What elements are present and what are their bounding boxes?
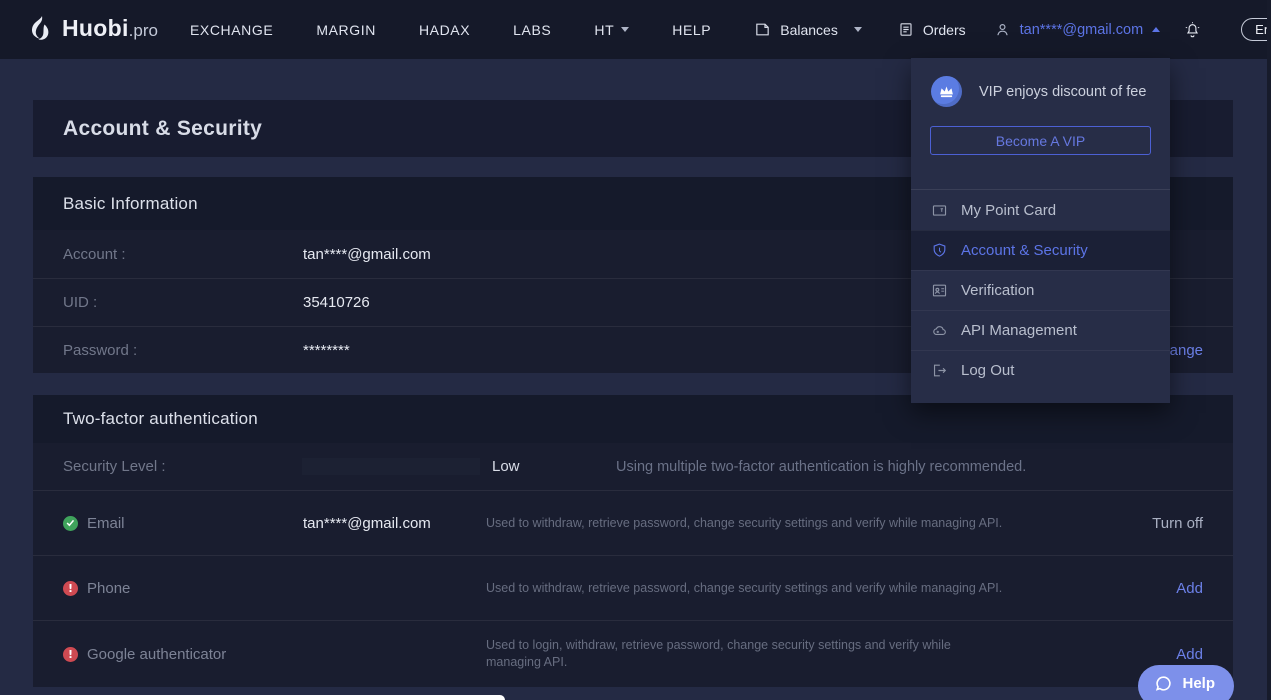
vip-crown-icon <box>931 76 962 107</box>
balances-menu[interactable]: Balances <box>754 21 862 38</box>
brand-suffix: .pro <box>129 21 158 41</box>
become-vip-button[interactable]: Become A VIP <box>930 126 1151 155</box>
nav-link-ht[interactable]: HT <box>594 22 629 38</box>
section-heading: Two-factor authentication <box>63 409 258 429</box>
orders-menu[interactable]: Orders <box>898 21 966 38</box>
google-auth-method-row: ! Google authenticator Used to login, wi… <box>33 620 1233 687</box>
password-label: Password : <box>63 342 137 359</box>
email-method-label: Email <box>63 515 125 532</box>
nav-link-help[interactable]: HELP <box>672 22 711 38</box>
phone-method-label: ! Phone <box>63 580 130 597</box>
help-label: Help <box>1182 675 1215 692</box>
email-method-description: Used to withdraw, retrieve password, cha… <box>486 515 1008 532</box>
account-menu-list: My Point Card Account & Security Verific… <box>911 189 1170 390</box>
scrollbar-track[interactable] <box>1267 0 1271 700</box>
account-menu-trigger[interactable]: tan****@gmail.com <box>994 21 1161 38</box>
password-value: ******** <box>303 342 350 359</box>
wallet-icon <box>754 21 771 38</box>
phone-method-description: Used to withdraw, retrieve password, cha… <box>486 580 1008 597</box>
email-method-value: tan****@gmail.com <box>303 515 431 532</box>
huobi-logo[interactable]: Huobi .pro <box>28 15 158 44</box>
chevron-up-icon <box>1152 27 1160 32</box>
two-factor-section: Two-factor authentication Security Level… <box>33 395 1233 687</box>
vip-banner: VIP enjoys discount of fee <box>911 58 1170 107</box>
security-level-row: Security Level : Low Using multiple two-… <box>33 443 1233 490</box>
chat-bubble-icon <box>1154 674 1173 693</box>
menu-item-verification[interactable]: Verification <box>911 270 1170 310</box>
top-nav: Huobi .pro EXCHANGE MARGIN HADAX LABS HT… <box>0 0 1271 59</box>
uid-label: UID : <box>63 294 97 311</box>
api-cloud-icon <box>931 322 948 339</box>
warning-circle-icon: ! <box>63 647 78 662</box>
point-card-icon <box>931 202 948 219</box>
menu-item-account-security[interactable]: Account & Security <box>911 230 1170 270</box>
phone-add-button[interactable]: Add <box>1176 580 1203 597</box>
primary-nav: EXCHANGE MARGIN HADAX LABS HT HELP <box>190 22 754 38</box>
chevron-down-icon <box>854 27 862 32</box>
google-auth-method-label: ! Google authenticator <box>63 646 226 663</box>
nav-link-labs[interactable]: LABS <box>513 22 551 38</box>
nav-right: Balances Orders tan****@gmail.com <box>754 18 1271 41</box>
nav-link-margin[interactable]: MARGIN <box>316 22 376 38</box>
security-level-progress <box>302 458 480 475</box>
page-title: Account & Security <box>63 117 262 141</box>
account-dropdown-menu: VIP enjoys discount of fee Become A VIP … <box>911 58 1170 403</box>
balances-label: Balances <box>780 22 838 38</box>
google-auth-add-button[interactable]: Add <box>1176 646 1203 663</box>
warning-circle-icon: ! <box>63 581 78 596</box>
menu-item-api-management[interactable]: API Management <box>911 310 1170 350</box>
account-value: tan****@gmail.com <box>303 246 431 263</box>
document-icon <box>898 21 914 38</box>
menu-item-my-point-card[interactable]: My Point Card <box>911 190 1170 230</box>
email-method-row: Email tan****@gmail.com Used to withdraw… <box>33 490 1233 555</box>
uid-value: 35410726 <box>303 294 370 311</box>
user-icon <box>994 21 1011 38</box>
flame-icon <box>28 15 53 44</box>
email-turn-off-button[interactable]: Turn off <box>1152 515 1203 532</box>
shield-icon <box>931 242 948 259</box>
check-circle-icon <box>63 516 78 531</box>
orders-label: Orders <box>923 22 966 38</box>
id-card-icon <box>931 282 948 299</box>
account-email: tan****@gmail.com <box>1020 22 1144 38</box>
security-level-note: Using multiple two-factor authentication… <box>616 459 1026 475</box>
menu-item-log-out[interactable]: Log Out <box>911 350 1170 390</box>
bottom-page-edge <box>0 695 505 700</box>
logout-icon <box>931 362 948 379</box>
google-auth-method-description: Used to login, withdraw, retrieve passwo… <box>486 637 1008 671</box>
help-button[interactable]: Help <box>1138 665 1234 700</box>
notification-bell-icon[interactable] <box>1184 21 1201 39</box>
chevron-down-icon <box>621 27 629 32</box>
nav-link-hadax[interactable]: HADAX <box>419 22 470 38</box>
phone-method-row: ! Phone Used to withdraw, retrieve passw… <box>33 555 1233 620</box>
brand-name: Huobi <box>62 15 129 42</box>
nav-link-exchange[interactable]: EXCHANGE <box>190 22 273 38</box>
account-label: Account : <box>63 246 126 263</box>
security-level-label: Security Level : <box>63 458 166 475</box>
security-level-value: Low <box>492 458 520 475</box>
vip-banner-text: VIP enjoys discount of fee <box>979 84 1146 100</box>
section-heading: Basic Information <box>63 194 198 214</box>
